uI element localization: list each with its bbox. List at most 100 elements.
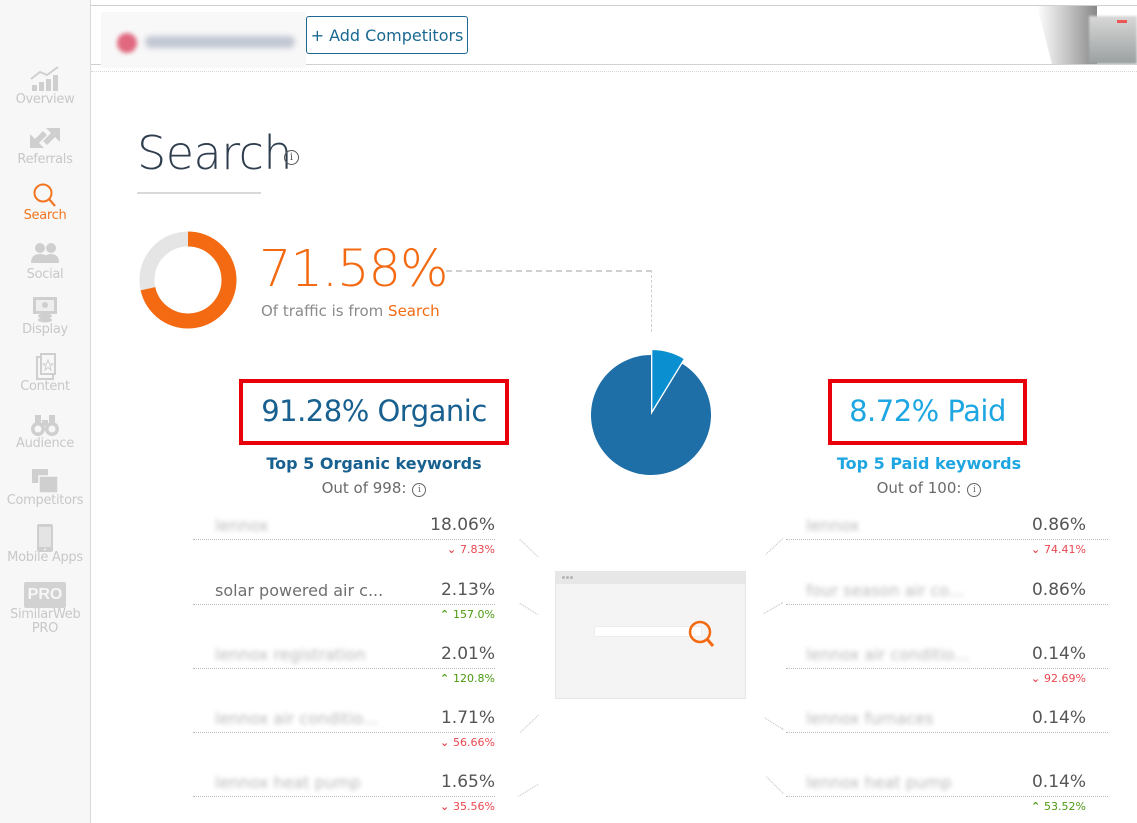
sidebar-item-mobile-apps[interactable]: Mobile Apps: [0, 524, 90, 565]
keyword-share: 2.01%: [440, 644, 495, 664]
keyword-name[interactable]: lennox furnaces: [806, 709, 933, 728]
row-divider: [193, 668, 495, 669]
top-bar: + Add Competitors: [91, 5, 1137, 68]
sidebar-item-label: Audience: [16, 436, 74, 451]
sidebar-item-display[interactable]: Display: [0, 296, 90, 337]
page-title: Search: [137, 126, 293, 180]
magnifier-icon: [688, 620, 715, 647]
keyword-row[interactable]: lennox heat pump 0.14% ⌃ 53.52%: [764, 770, 1114, 820]
sidebar-item-label: Mobile Apps: [7, 550, 83, 565]
keyword-name[interactable]: lennox: [215, 516, 268, 535]
keyword-row[interactable]: four season air co... 0.86%: [764, 578, 1114, 628]
keyword-row[interactable]: lennox furnaces 0.14%: [764, 706, 1114, 756]
chevron-up-icon: ⌃: [440, 608, 454, 621]
keyword-name[interactable]: solar powered air c...: [215, 581, 383, 600]
row-divider: [193, 796, 495, 797]
info-icon[interactable]: i: [284, 150, 299, 165]
add-competitors-button[interactable]: + Add Competitors: [306, 16, 468, 54]
info-icon[interactable]: i: [412, 483, 427, 497]
keyword-name[interactable]: lennox air conditio...: [215, 709, 378, 728]
sidebar-item-label: Display: [22, 322, 68, 337]
keyword-row[interactable]: lennox registration 2.01% ⌃ 120.8%: [193, 642, 538, 692]
arrows-icon: [28, 126, 62, 152]
keyword-row[interactable]: lennox heat pump 1.65% ⌄ 35.56%: [193, 770, 538, 820]
search-browser-illustration: [555, 571, 746, 699]
keyword-name[interactable]: lennox registration: [215, 645, 366, 664]
pie-slice-organic: [591, 355, 711, 475]
sidebar-item-content[interactable]: Content: [0, 353, 90, 394]
keyword-share: 1.65%: [440, 772, 495, 792]
keyword-share: 18.06%: [430, 515, 495, 535]
display-ad-icon: [28, 296, 62, 323]
sidebar-item-referrals[interactable]: Referrals: [0, 126, 90, 167]
content-pages-icon: [28, 353, 62, 380]
organic-out-of-text: Out of 998:: [321, 479, 407, 497]
keyword-name[interactable]: four season air co...: [806, 581, 964, 600]
row-divider: [193, 604, 495, 605]
keyword-name[interactable]: lennox air conditio...: [806, 645, 969, 664]
row-divider: [193, 732, 495, 733]
change-value: 74.41%: [1044, 543, 1086, 556]
sidebar-item-label: Content: [20, 379, 70, 394]
sidebar-item-label: Overview: [15, 92, 75, 107]
keyword-change: ⌃ 53.52%: [1031, 800, 1086, 813]
keyword-name[interactable]: lennox heat pump: [215, 773, 361, 792]
keyword-change: ⌄ 35.56%: [440, 800, 495, 813]
paid-share-highlight: 8.72% Paid: [828, 379, 1027, 445]
sidebar-item-competitors[interactable]: Competitors: [0, 467, 90, 508]
organic-paid-pie: [591, 350, 711, 475]
change-value: 157.0%: [453, 608, 495, 621]
chevron-down-icon: ⌄: [440, 736, 454, 749]
sidebar-item-overview[interactable]: Overview: [0, 66, 90, 107]
change-value: 120.8%: [453, 672, 495, 685]
keyword-row[interactable]: solar powered air c... 2.13% ⌃ 157.0%: [193, 578, 538, 628]
organic-keywords-title[interactable]: Top 5 Organic keywords: [239, 454, 509, 473]
banner-thumbnail: [1089, 16, 1137, 64]
keyword-share: 0.14%: [1031, 772, 1086, 792]
sidebar-item-label: Competitors: [6, 493, 84, 508]
organic-percent: 91.28%: [261, 394, 369, 428]
sidebar-item-label: Referrals: [17, 152, 73, 167]
organic-share: 91.28% Organic: [243, 394, 505, 428]
keyword-change: ⌄ 56.66%: [440, 736, 495, 749]
sidebar-item-label: Search: [23, 208, 67, 223]
row-divider: [786, 539, 1108, 540]
binoculars-icon: [28, 410, 62, 436]
organic-label: Organic: [377, 394, 487, 428]
keyword-change: ⌃ 157.0%: [440, 608, 495, 621]
change-value: 7.83%: [460, 543, 495, 556]
info-icon[interactable]: i: [967, 483, 982, 497]
phone-icon: [28, 524, 62, 552]
people-icon: [28, 241, 62, 267]
site-selector[interactable]: [101, 12, 306, 68]
sidebar-item-search[interactable]: Search: [0, 182, 90, 223]
sidebar-item-label: Social: [26, 267, 64, 282]
keyword-name[interactable]: lennox heat pump: [806, 773, 952, 792]
keyword-share: 0.14%: [1031, 644, 1086, 664]
chevron-down-icon: ⌄: [447, 543, 461, 556]
keyword-change: ⌃ 120.8%: [440, 672, 495, 685]
sidebar-item-audience[interactable]: Audience: [0, 410, 90, 451]
sidebar-item-social[interactable]: Social: [0, 241, 90, 282]
change-value: 56.66%: [453, 736, 495, 749]
keyword-name[interactable]: lennox: [806, 516, 859, 535]
sidebar-item-similarweb-pro[interactable]: PRO SimilarWeb PRO: [0, 582, 90, 636]
keyword-row[interactable]: lennox 0.86% ⌄ 74.41%: [764, 513, 1114, 563]
keyword-row[interactable]: lennox air conditio... 0.14% ⌄ 92.69%: [764, 642, 1114, 692]
windows-icon: [28, 467, 62, 494]
site-favicon-icon: [117, 33, 137, 53]
caption-text: Of traffic is from: [261, 302, 389, 320]
search-share-donut: [139, 231, 237, 329]
title-underline: [137, 192, 261, 194]
caption-highlight: Search: [388, 302, 440, 320]
paid-keywords-title[interactable]: Top 5 Paid keywords: [800, 454, 1058, 473]
keyword-change: ⌄ 74.41%: [1031, 543, 1086, 556]
chart-bars-icon: [28, 66, 62, 92]
change-value: 53.52%: [1044, 800, 1086, 813]
keyword-share: 0.14%: [1031, 708, 1086, 728]
chevron-up-icon: ⌃: [1031, 800, 1045, 813]
promo-banner[interactable]: [1037, 6, 1137, 64]
change-value: 35.56%: [453, 800, 495, 813]
keyword-row[interactable]: lennox air conditio... 1.71% ⌄ 56.66%: [193, 706, 538, 756]
keyword-row[interactable]: lennox 18.06% ⌄ 7.83%: [193, 513, 538, 563]
